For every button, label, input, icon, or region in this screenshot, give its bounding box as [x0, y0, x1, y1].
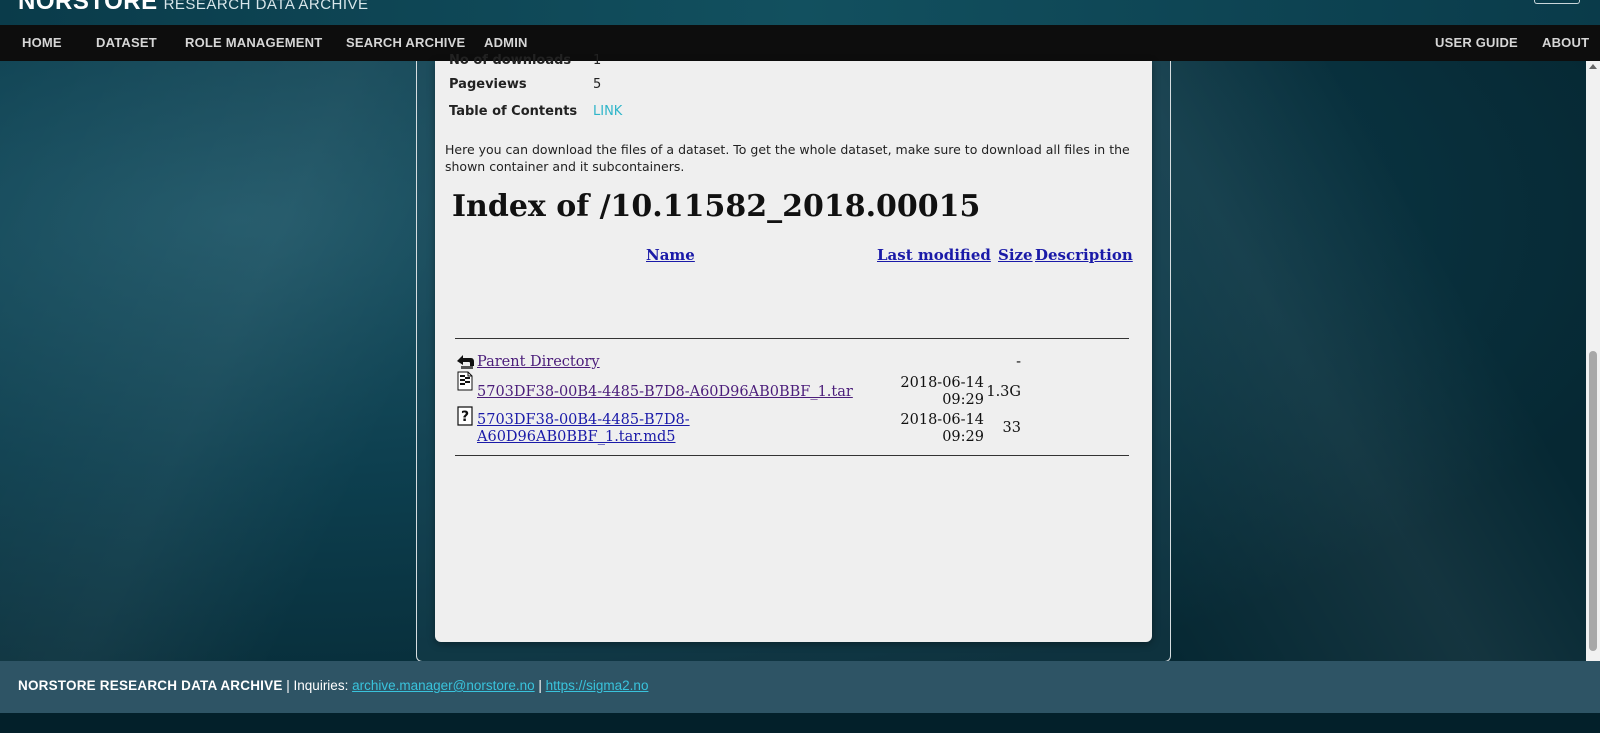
- svg-text:?: ?: [461, 409, 469, 425]
- nav-search-archive[interactable]: SEARCH ARCHIVE: [346, 25, 465, 61]
- file-date: 2018-06-14: [900, 412, 984, 428]
- main-navbar: HOME DATASET ROLE MANAGEMENT SEARCH ARCH…: [0, 25, 1600, 61]
- footer-email-link[interactable]: archive.manager@norstore.no: [352, 678, 535, 693]
- footer-separator: |: [534, 678, 546, 693]
- parent-directory-link[interactable]: Parent Directory: [477, 354, 600, 371]
- file-size: 33: [1002, 420, 1021, 436]
- index-title: Index of /10.11582_2018.00015: [452, 189, 981, 224]
- nav-dataset[interactable]: DATASET: [96, 25, 157, 61]
- menu-toggle-button[interactable]: [1534, 0, 1580, 4]
- page-scrollbar[interactable]: [1586, 61, 1600, 661]
- toc-link[interactable]: LINK: [593, 104, 622, 119]
- nav-home[interactable]: HOME: [22, 25, 62, 61]
- footer-separator: | Inquiries:: [282, 678, 353, 693]
- archive-file-icon: [457, 371, 473, 391]
- nav-user-guide[interactable]: USER GUIDE: [1435, 25, 1518, 61]
- file-link-tar[interactable]: 5703DF38-00B4-4485-B7D8-A60D96AB0BBF_1.t…: [477, 384, 853, 401]
- intro-text: Here you can download the files of a dat…: [445, 142, 1130, 174]
- scroll-up-icon[interactable]: [1589, 64, 1597, 69]
- back-icon: [457, 355, 474, 369]
- file-date: 2018-06-14: [900, 375, 984, 391]
- footer-site-link[interactable]: https://sigma2.no: [546, 678, 649, 693]
- file-link-md5-line1[interactable]: 5703DF38-00B4-4485-B7D8-: [477, 412, 690, 429]
- unknown-file-icon: ?: [457, 406, 473, 426]
- file-time: 09:29: [942, 429, 984, 445]
- nav-about[interactable]: ABOUT: [1542, 25, 1589, 61]
- footer-brand: NORSTORE RESEARCH DATA ARCHIVE: [18, 678, 283, 693]
- meta-label: Table of Contents: [449, 104, 578, 119]
- file-size: 1.3G: [986, 384, 1021, 400]
- meta-label: Pageviews: [449, 77, 527, 92]
- brand-light: RESEARCH DATA ARCHIVE: [163, 0, 369, 13]
- meta-value: 1: [593, 53, 602, 68]
- meta-label: No of downloads: [449, 53, 572, 68]
- meta-value: 5: [593, 77, 602, 92]
- brand-strong: NORSTORE: [18, 0, 158, 15]
- table-divider-top: [455, 338, 1129, 339]
- bottom-strip: [0, 713, 1600, 733]
- nav-role-management[interactable]: ROLE MANAGEMENT: [185, 25, 322, 61]
- site-header: NORSTORE RESEARCH DATA ARCHIVE: [0, 0, 1600, 25]
- dataset-panel: No of downloads 1 Pageviews 5 Table of C…: [435, 53, 1152, 642]
- footer-line: NORSTORE RESEARCH DATA ARCHIVE | Inquiri…: [18, 678, 648, 693]
- scrollbar-thumb[interactable]: [1589, 351, 1597, 651]
- sort-by-name[interactable]: Name: [646, 246, 695, 264]
- sort-by-description[interactable]: Description: [1035, 246, 1133, 264]
- file-time: 09:29: [942, 392, 984, 408]
- site-logo[interactable]: NORSTORE RESEARCH DATA ARCHIVE: [18, 0, 369, 16]
- file-link-md5-line2[interactable]: A60D96AB0BBF_1.tar.md5: [477, 429, 675, 446]
- sort-by-last-modified[interactable]: Last modified: [877, 246, 991, 264]
- file-size: -: [1016, 354, 1021, 370]
- site-footer: NORSTORE RESEARCH DATA ARCHIVE | Inquiri…: [0, 661, 1600, 713]
- sort-by-size[interactable]: Size: [998, 246, 1033, 264]
- table-divider-bottom: [455, 455, 1129, 456]
